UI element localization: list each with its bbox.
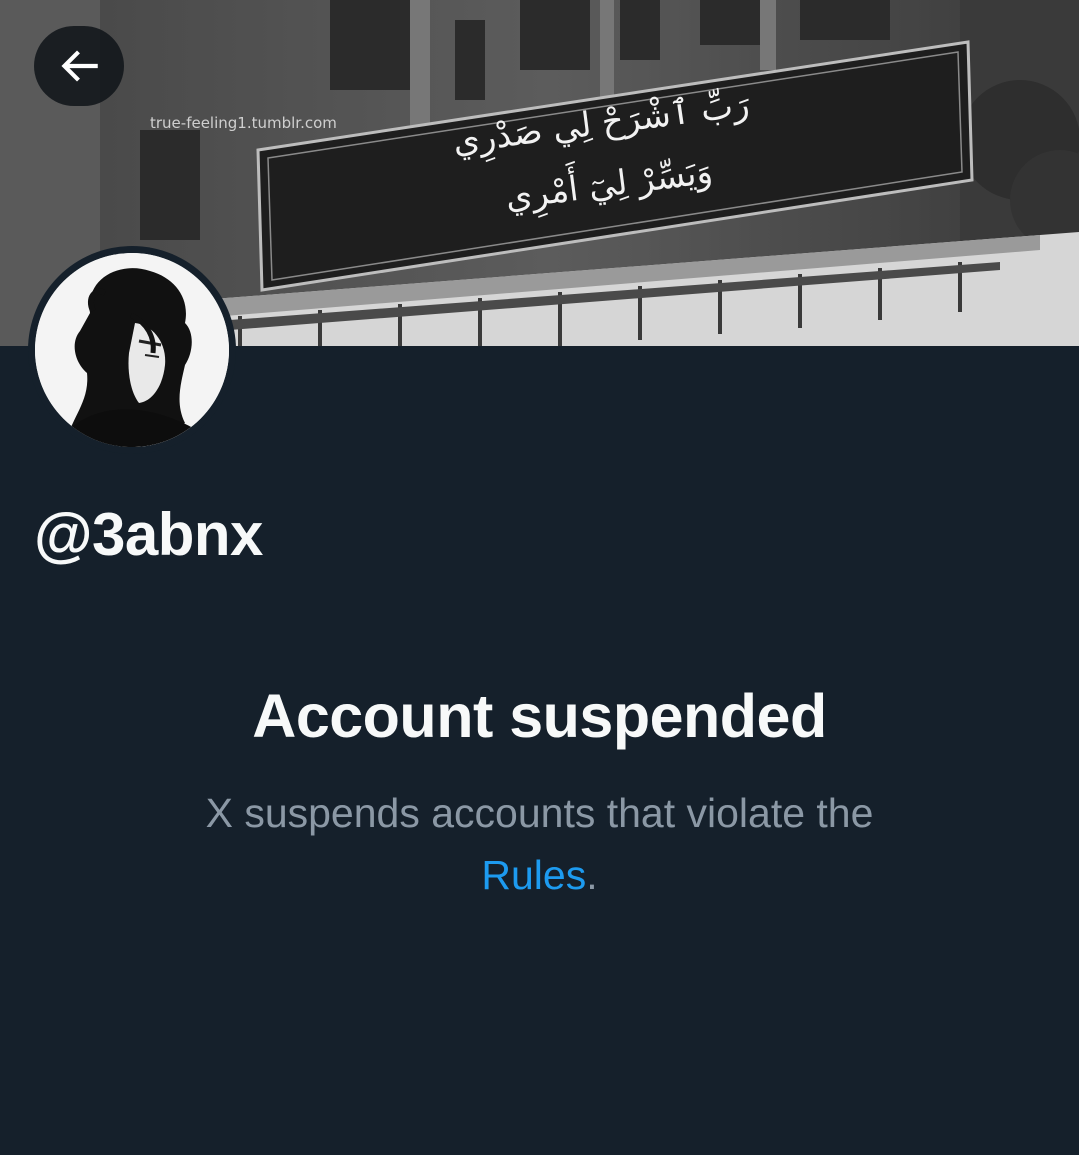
profile-handle: @3abnx — [34, 501, 263, 568]
suspension-description: X suspends accounts that violate the Rul… — [130, 782, 950, 906]
suspension-trailing-period: . — [586, 852, 598, 898]
avatar-image — [35, 253, 229, 447]
avatar-illustration — [35, 253, 229, 447]
suspension-title: Account suspended — [252, 682, 827, 750]
back-button[interactable] — [34, 26, 124, 106]
suspension-description-text: X suspends accounts that violate the — [205, 790, 874, 836]
avatar[interactable] — [28, 246, 236, 454]
suspension-notice: Account suspended X suspends accounts th… — [0, 676, 1079, 906]
profile-page: true-feeling1.tumblr.com رَبِّ ٱشْرَحْ ل… — [0, 0, 1079, 1155]
arrow-left-icon — [61, 50, 98, 82]
rules-link[interactable]: Rules — [481, 852, 586, 898]
